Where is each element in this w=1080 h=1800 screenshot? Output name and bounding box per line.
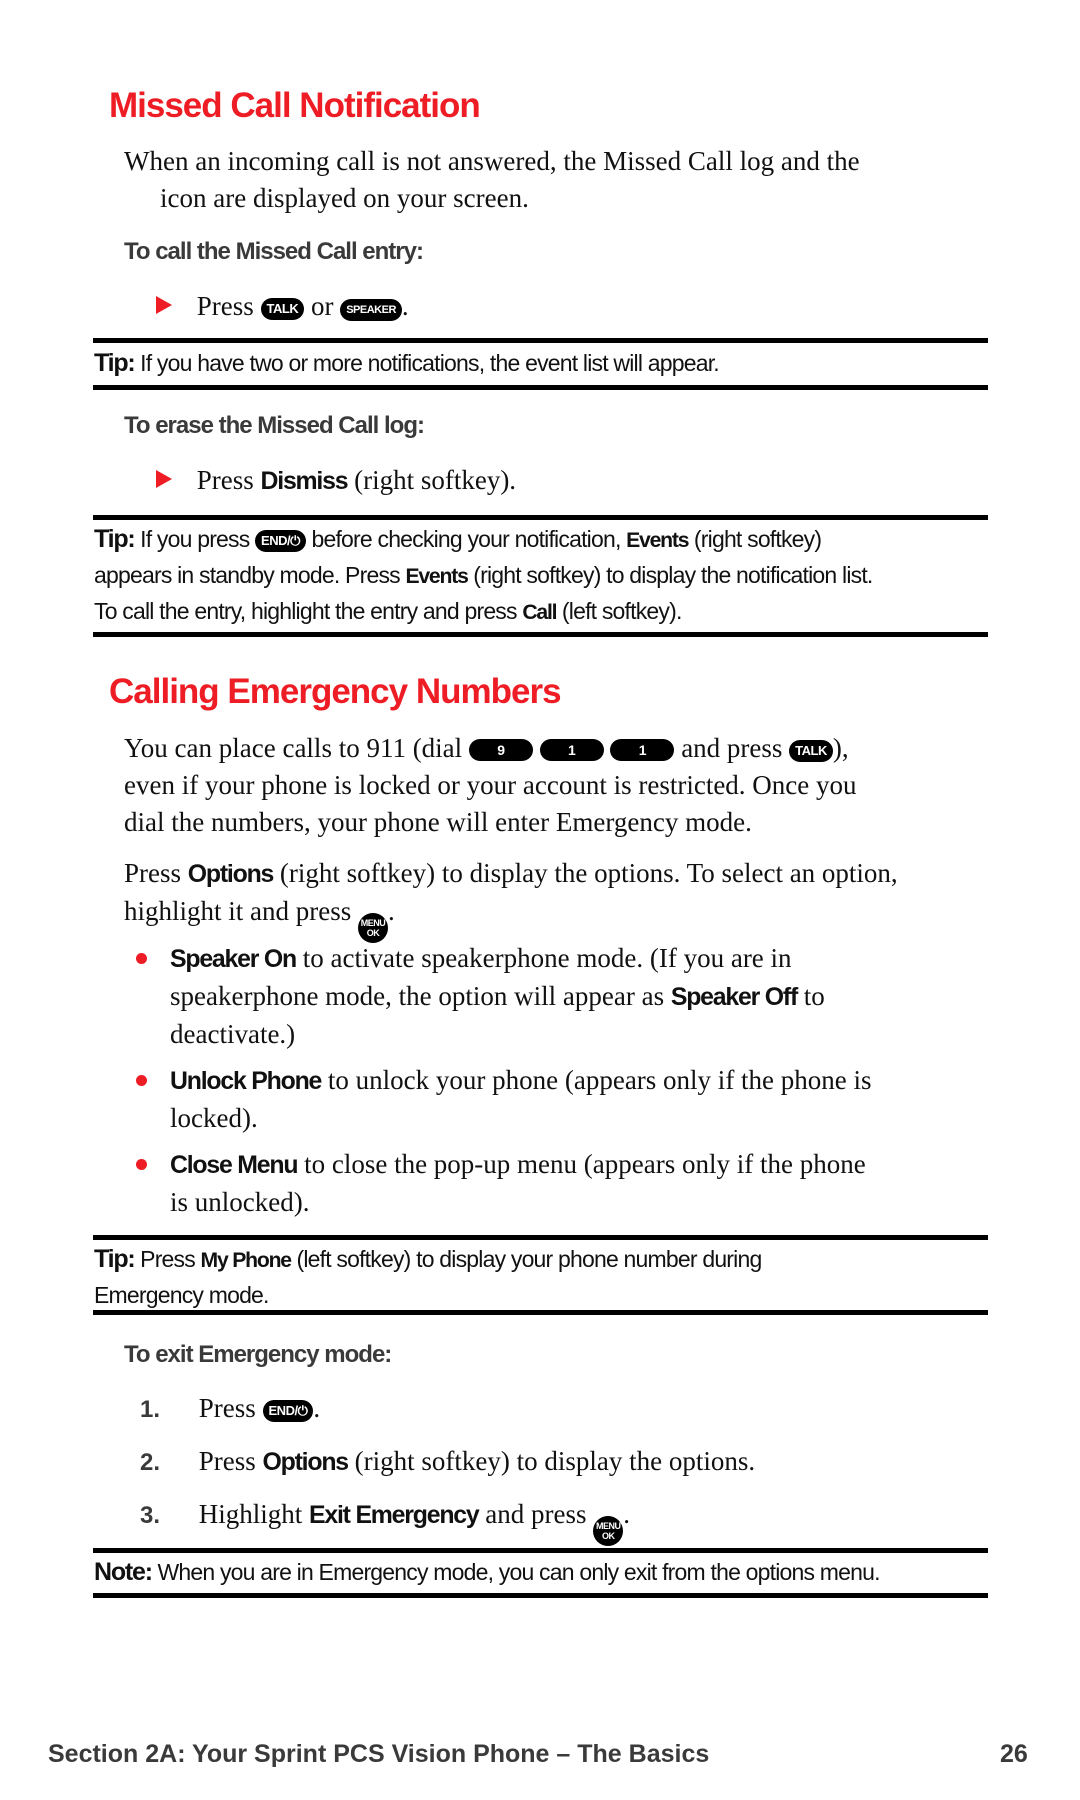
section-title-missed-call: Missed Call Notification bbox=[109, 86, 481, 125]
bullet-dot-icon bbox=[136, 953, 147, 964]
bullet-dot-icon bbox=[136, 1159, 147, 1170]
list-item: Close Menu to close the pop-up menu (app… bbox=[136, 1146, 872, 1221]
speaker-key-icon: SPEAKER bbox=[340, 299, 402, 321]
divider-rule bbox=[93, 338, 988, 343]
options-paragraph: Press Options (right softkey) to display… bbox=[124, 855, 898, 943]
tip-event-list: Tip: If you have two or more notificatio… bbox=[94, 349, 720, 377]
missed-call-intro: When an incoming call is not answered, t… bbox=[124, 143, 860, 217]
option-bullet-list: Speaker On to activate speakerphone mode… bbox=[136, 940, 872, 1221]
menu-ok-key-icon: MENU OK bbox=[357, 913, 388, 943]
tip-end-key: Tip: If you press END/⏻ before checking … bbox=[94, 525, 873, 624]
subheading-exit-emergency: To exit Emergency mode: bbox=[124, 1341, 392, 1368]
list-item: 3. Highlight Exit Emergency and press ME… bbox=[140, 1496, 755, 1546]
note-exit-options: Note: When you are in Emergency mode, yo… bbox=[94, 1558, 881, 1586]
tip-my-phone: Tip: Press My Phone (left softkey) to di… bbox=[94, 1245, 762, 1308]
subheading-call-missed: To call the Missed Call entry: bbox=[124, 238, 424, 265]
call-step: Press TALK or SPEAKER. bbox=[156, 288, 409, 325]
talk-key-icon: TALK bbox=[789, 740, 833, 762]
key-1-icon: 1 bbox=[539, 739, 604, 761]
divider-rule bbox=[93, 385, 988, 390]
subheading-erase-log: To erase the Missed Call log: bbox=[124, 412, 425, 439]
bullet-dot-icon bbox=[136, 1075, 147, 1086]
key-9-icon: 9 bbox=[468, 739, 533, 761]
divider-rule bbox=[93, 1593, 988, 1598]
intro-line-1: When an incoming call is not answered, t… bbox=[124, 146, 860, 176]
emergency-intro: You can place calls to 911 (dial 9 1 1 a… bbox=[124, 733, 857, 837]
erase-step: Press Dismiss (right softkey). bbox=[156, 462, 516, 500]
list-item: Unlock Phone to unlock your phone (appea… bbox=[136, 1062, 872, 1137]
footer-section-title: Section 2A: Your Sprint PCS Vision Phone… bbox=[48, 1740, 710, 1768]
arrow-bullet-icon bbox=[156, 296, 172, 314]
divider-rule bbox=[93, 515, 988, 520]
list-item: 2. Press Options (right softkey) to disp… bbox=[140, 1446, 756, 1476]
divider-rule bbox=[93, 1548, 988, 1553]
key-1-icon: 1 bbox=[610, 739, 675, 761]
talk-key-icon: TALK bbox=[260, 298, 305, 320]
menu-ok-key-icon: MENU OK bbox=[593, 1516, 624, 1546]
section-title-emergency: Calling Emergency Numbers bbox=[109, 672, 562, 711]
page-number: 26 bbox=[1000, 1740, 1028, 1768]
list-item: Speaker On to activate speakerphone mode… bbox=[136, 940, 872, 1053]
divider-rule bbox=[93, 632, 988, 637]
divider-rule bbox=[93, 1235, 988, 1240]
divider-rule bbox=[93, 1310, 988, 1315]
end-key-icon: END/⏻ bbox=[262, 1400, 314, 1422]
arrow-bullet-icon bbox=[156, 470, 172, 488]
exit-steps: 1. Press END/⏻. 2. Press Options (right … bbox=[140, 1390, 755, 1546]
intro-line-2: icon are displayed on your screen. bbox=[160, 183, 529, 213]
end-key-icon: END/⏻ bbox=[255, 530, 306, 552]
list-item: 1. Press END/⏻. bbox=[140, 1393, 321, 1423]
